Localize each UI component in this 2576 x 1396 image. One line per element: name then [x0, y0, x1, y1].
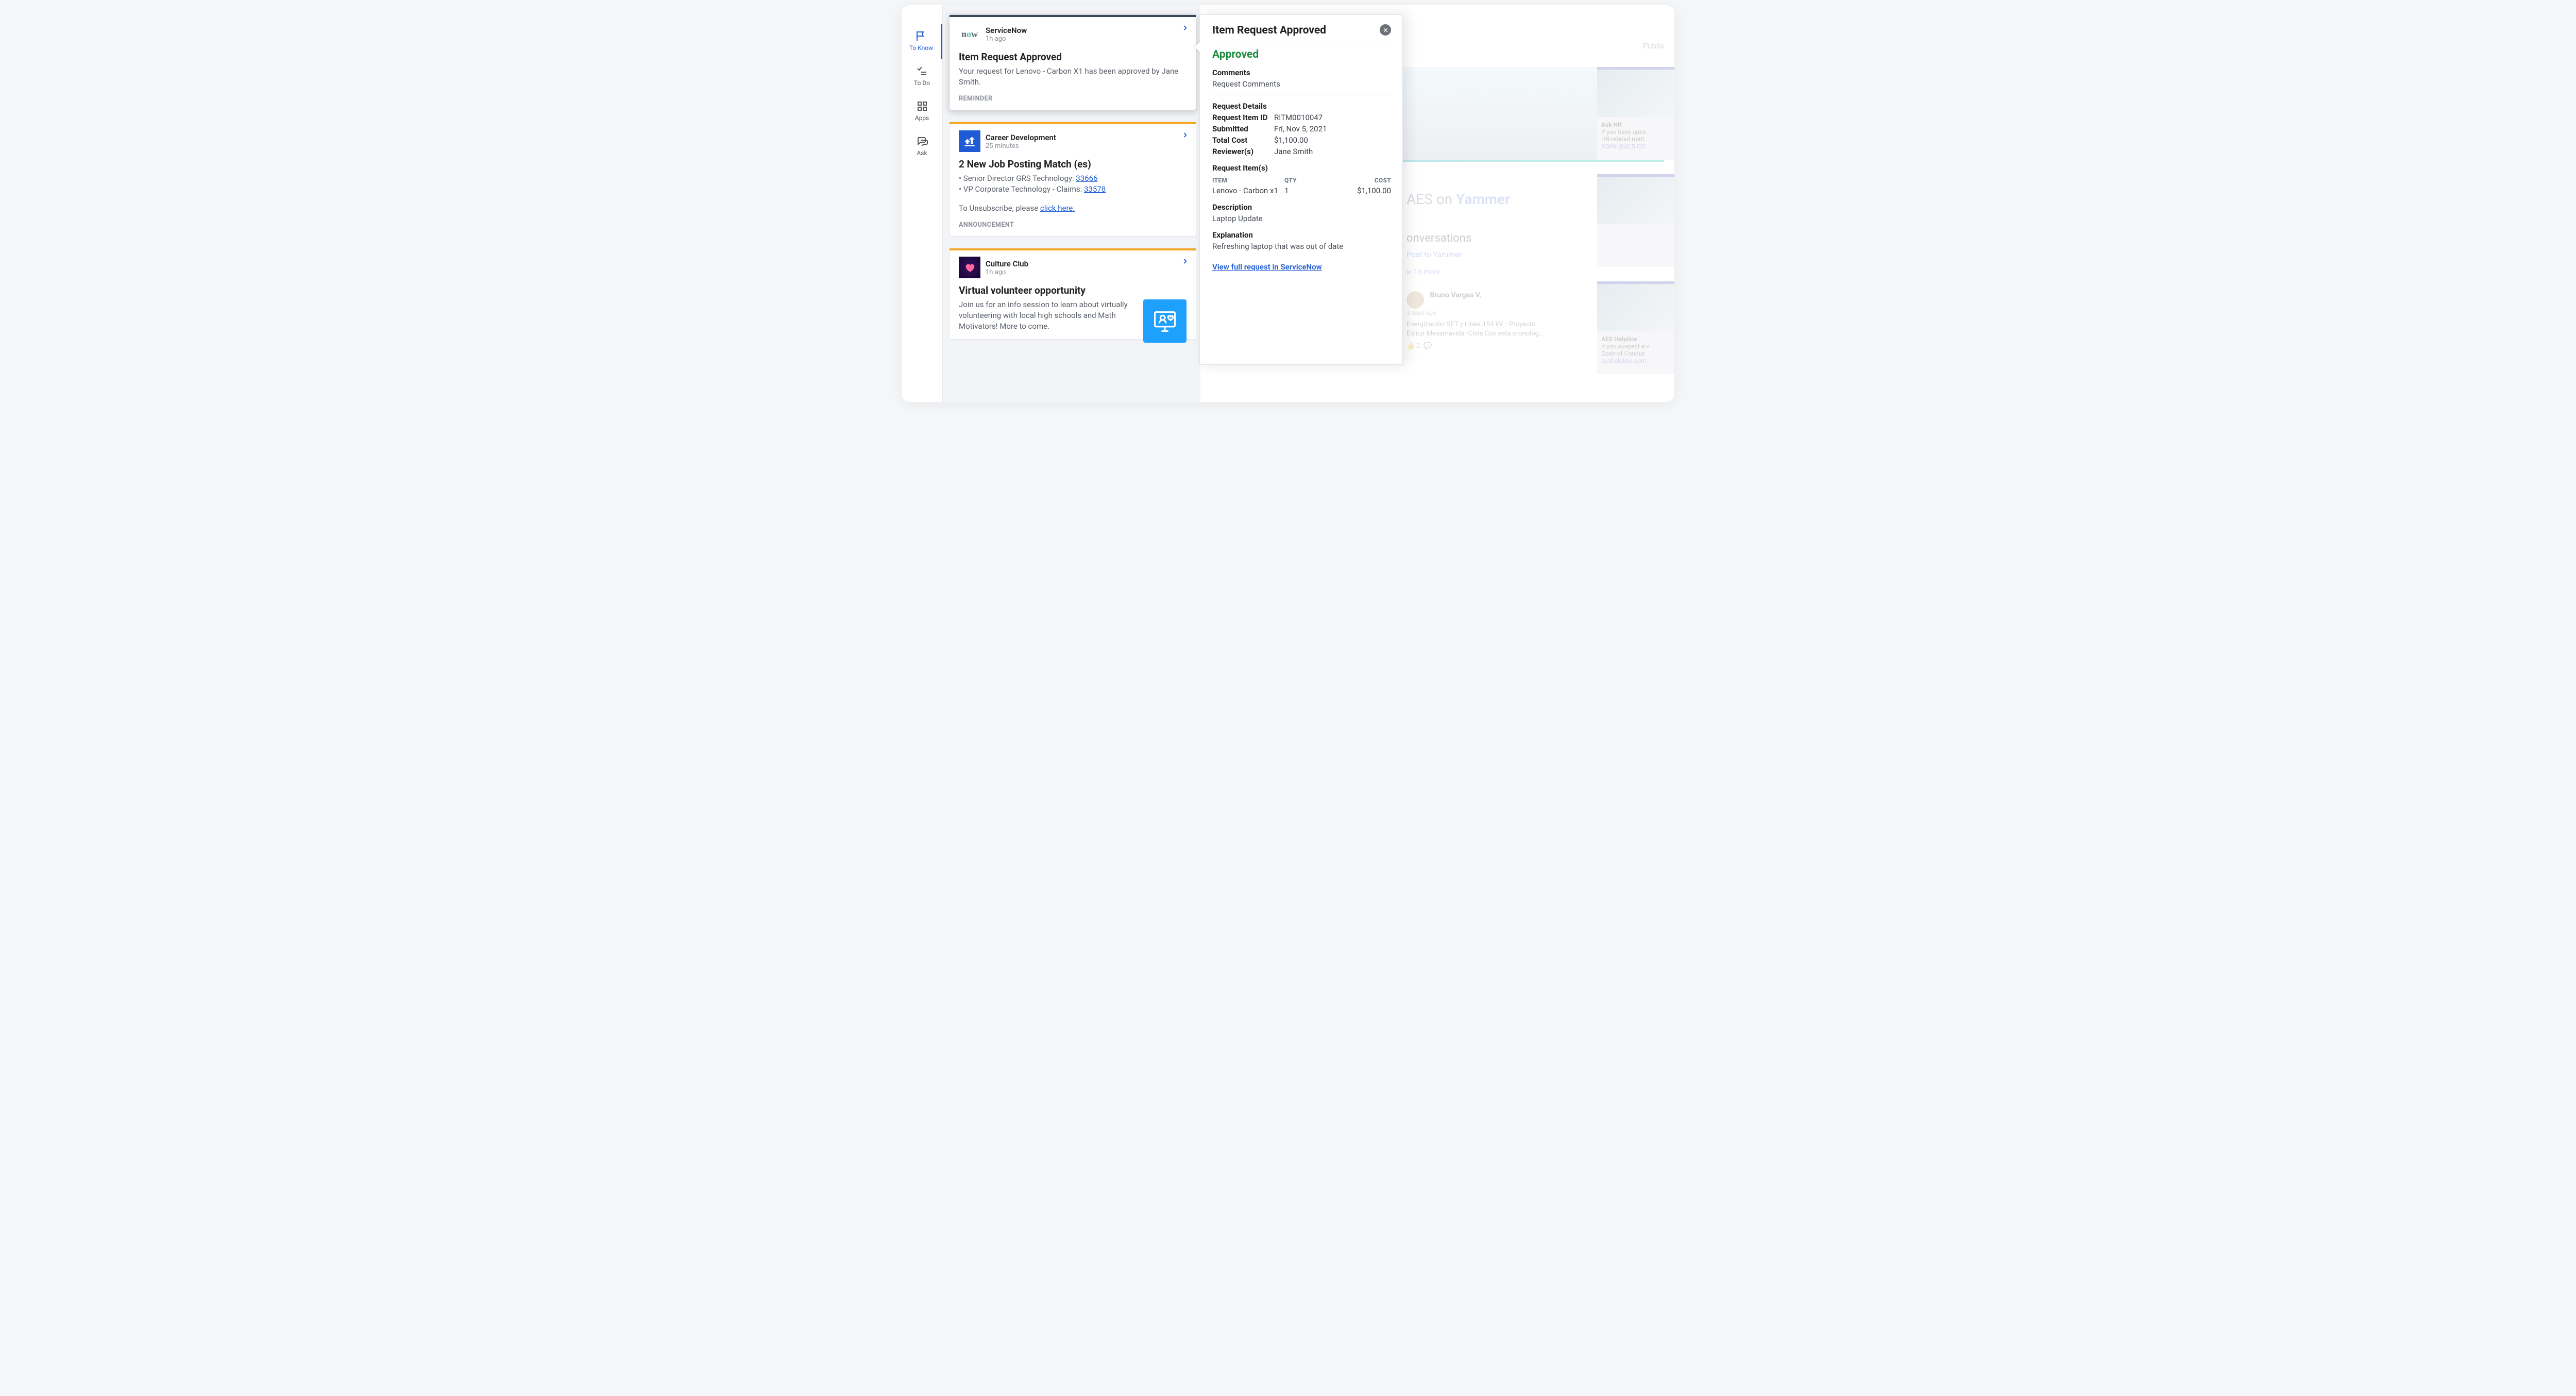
bg-yammer-heading: AES on Yammer: [1406, 191, 1510, 208]
bg-side-card: Ask HR If you have ques HR-related matt …: [1597, 67, 1674, 160]
avatar: [1406, 291, 1424, 309]
card-time: 1h ago: [986, 268, 1028, 276]
nav-to-do[interactable]: To Do: [902, 59, 942, 94]
chat-icon: [916, 135, 928, 147]
chevron-right-icon[interactable]: [1181, 258, 1189, 267]
card-source: Career Development: [986, 133, 1056, 142]
card-title: Virtual volunteer opportunity: [959, 284, 1187, 296]
bg-side-card: [1597, 174, 1674, 267]
bg-yammer-post: Bruno Vargas V. 3 days ago Energización …: [1406, 291, 1551, 350]
nav-label: To Know: [909, 44, 933, 52]
total-cost: $1,100.00: [1274, 136, 1308, 145]
table-row: Lenovo - Carbon x1 1 $1,100.00: [1212, 186, 1391, 195]
status-badge: Approved: [1212, 48, 1391, 61]
chevron-right-icon[interactable]: [1181, 131, 1189, 141]
flag-icon: [915, 30, 927, 42]
feed-card-servicenow[interactable]: now ServiceNow 1h ago Item Request Appro…: [949, 14, 1196, 110]
card-source: Culture Club: [986, 259, 1028, 268]
nav-label: To Do: [914, 79, 930, 87]
feed-column: now ServiceNow 1h ago Item Request Appro…: [943, 5, 1200, 402]
card-source: ServiceNow: [986, 26, 1027, 35]
bg-publish-label: Publis: [1643, 41, 1664, 51]
bg-side-card: AES Helpline If you suspect a v Code of …: [1597, 281, 1674, 374]
card-tag: ANNOUNCEMENT: [959, 221, 1187, 229]
description-value: Laptop Update: [1212, 214, 1391, 223]
explanation-value: Refreshing laptop that was out of date: [1212, 242, 1391, 251]
unsubscribe-link[interactable]: click here.: [1040, 204, 1075, 213]
detail-title: Item Request Approved: [1212, 24, 1326, 37]
nav-ask[interactable]: Ask: [902, 129, 942, 164]
card-title: 2 New Job Posting Match (es): [959, 158, 1187, 170]
comments-value: Request Comments: [1212, 79, 1391, 89]
app-frame: Publis AES on Yammer onversations Post t…: [902, 5, 1674, 402]
comments-label: Comments: [1212, 68, 1391, 77]
card-title: Item Request Approved: [959, 51, 1187, 63]
card-body: Join us for an info session to learn abo…: [959, 299, 1187, 332]
career-icon: [959, 130, 980, 152]
reviewers: Jane Smith: [1274, 147, 1313, 156]
feed-card-career-development[interactable]: Career Development 25 minutes 2 New Job …: [949, 122, 1196, 237]
bg-conversations-heading: onversations: [1406, 232, 1471, 245]
volunteer-thumb-icon: [1143, 299, 1187, 343]
feed-card-culture-club[interactable]: Culture Club 1h ago Virtual volunteer op…: [949, 248, 1196, 340]
job-link[interactable]: 33578: [1084, 184, 1106, 194]
left-nav: To Know To Do Apps Ask: [902, 5, 943, 402]
bg-post-to-yammer-link: Post to Yammer: [1406, 250, 1462, 259]
submitted-date: Fri, Nov 5, 2021: [1274, 124, 1327, 133]
card-body: • Senior Director GRS Technology: 33666 …: [959, 173, 1187, 214]
nav-apps[interactable]: Apps: [902, 94, 942, 129]
job-link[interactable]: 33666: [1076, 174, 1097, 183]
view-full-request-link[interactable]: View full request in ServiceNow: [1212, 262, 1322, 272]
chevron-right-icon[interactable]: [1181, 24, 1189, 33]
card-time: 1h ago: [986, 35, 1027, 43]
nav-label: Apps: [915, 114, 929, 122]
request-item-id: RITM0010047: [1274, 113, 1323, 122]
card-tag: REMINDER: [959, 95, 1187, 103]
servicenow-logo-icon: now: [959, 23, 980, 45]
close-button[interactable]: [1380, 24, 1391, 36]
nav-to-know[interactable]: To Know: [902, 24, 942, 59]
request-details-label: Request Details: [1212, 102, 1391, 111]
nav-label: Ask: [917, 149, 927, 157]
apps-grid-icon: [916, 100, 928, 112]
bg-view-more-link: w 15 more: [1406, 268, 1440, 276]
checklist-icon: [916, 65, 928, 77]
culture-club-icon: [959, 257, 980, 278]
close-icon: [1383, 27, 1388, 33]
detail-pane: Item Request Approved Approved Comments …: [1199, 14, 1403, 365]
explanation-label: Explanation: [1212, 230, 1391, 240]
request-items-label: Request Item(s): [1212, 163, 1391, 173]
card-body: Your request for Lenovo - Carbon X1 has …: [959, 66, 1187, 88]
card-time: 25 minutes: [986, 142, 1056, 150]
description-label: Description: [1212, 203, 1391, 212]
